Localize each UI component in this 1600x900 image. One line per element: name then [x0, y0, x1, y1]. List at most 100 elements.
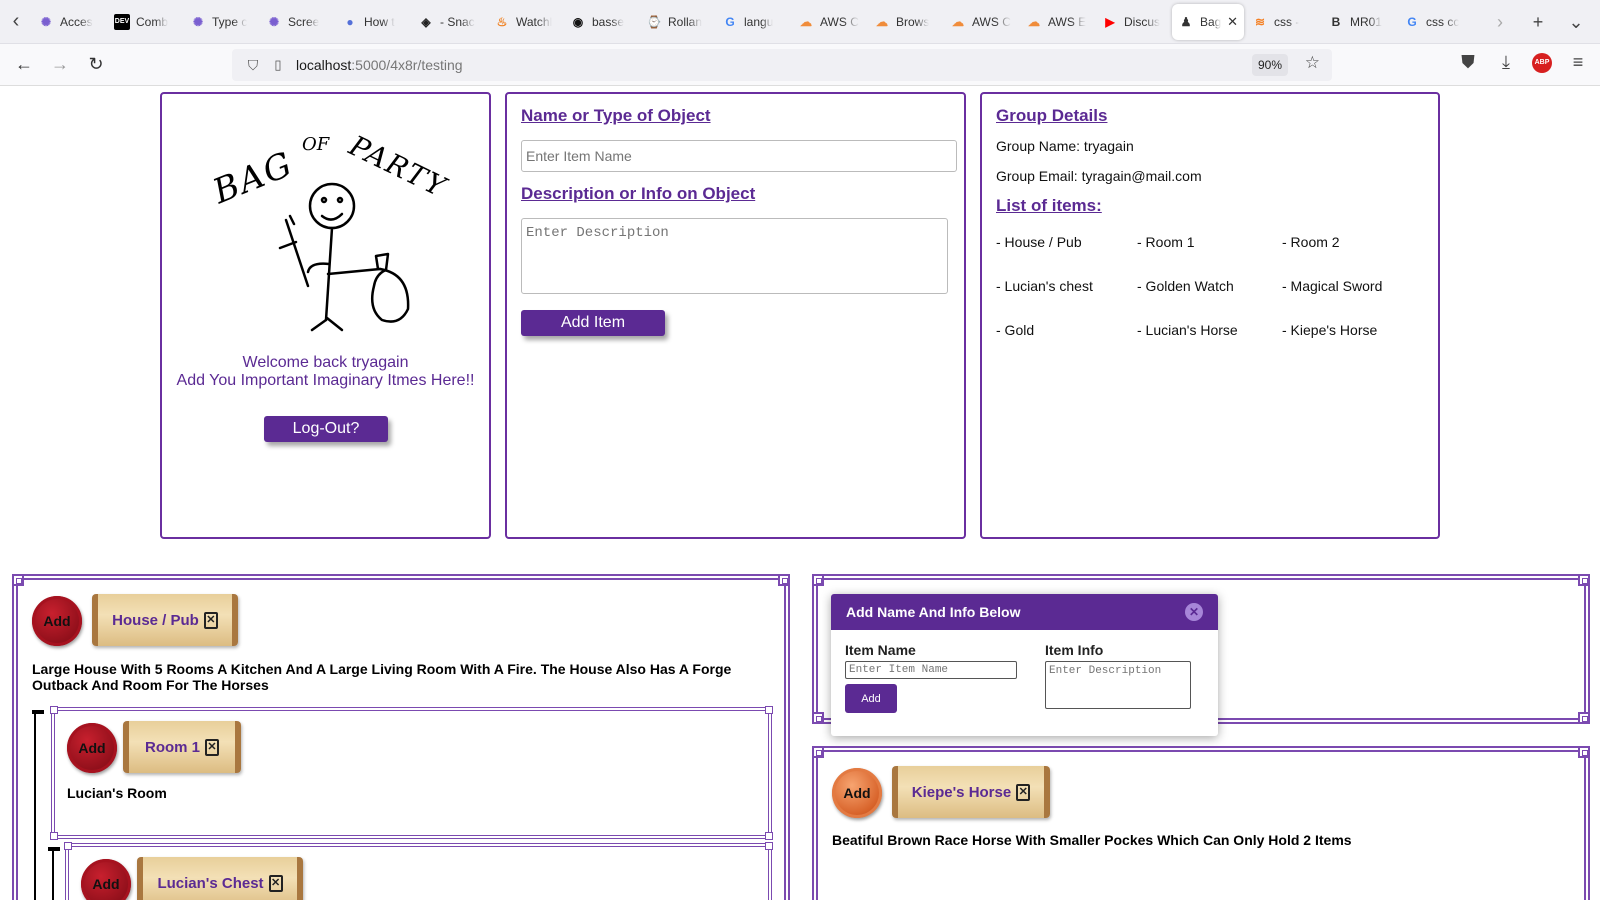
delete-icon[interactable]: ✕ [205, 738, 219, 756]
logo-text-of: OF [302, 134, 330, 155]
tab-0[interactable]: ✺ Acces [32, 4, 106, 40]
url-bar[interactable]: ⛉ ▯ localhost:5000/4x8r/testing 90% ☆ [232, 49, 1332, 81]
tab-strip: ✺ Acces DEV Comb ✺ Type c ✺ Scree ● How t ◈ - Snac ♨… [32, 3, 1472, 40]
watch-icon: ⌚ [646, 14, 662, 29]
item-scroll-tag: Lucian's Chest ✕ [137, 857, 303, 900]
ornament-corner [812, 574, 824, 586]
list-item: - Room 2 [1282, 234, 1340, 250]
tab-title: css cc [1426, 14, 1460, 29]
tab-title: - Snac [440, 14, 475, 29]
item-card-kiepes-horse: Add Kiepe's Horse ✕ Beatiful Brown Race … [812, 746, 1590, 900]
downloads-icon[interactable]: ⤓ [1494, 52, 1518, 73]
group-name: Group Name: tryagain [996, 138, 1134, 154]
page-info-icon[interactable]: ▯ [268, 57, 288, 73]
list-item: - House / Pub [996, 234, 1082, 250]
forward-icon[interactable]: → [42, 47, 78, 83]
modal-item-name-input[interactable] [845, 661, 1017, 679]
ornament-corner [765, 842, 773, 850]
tab-6[interactable]: ♨ Watchl [488, 4, 562, 40]
add-seal-button[interactable]: Add [32, 596, 82, 646]
tab-3[interactable]: ✺ Scree [260, 4, 334, 40]
delete-icon[interactable]: ✕ [203, 611, 218, 629]
cloud-icon: ☁ [876, 14, 888, 29]
bookmark-star-icon[interactable]: ☆ [1305, 53, 1320, 73]
tracking-shield-icon[interactable]: ⛉ [238, 57, 268, 74]
tab-title: How t [364, 14, 395, 29]
tab-18[interactable]: Gcss cc [1398, 4, 1472, 40]
tab-16[interactable]: ≋ css - [1246, 4, 1320, 40]
tab-11[interactable]: ☁ Brows [868, 4, 942, 40]
tab-7[interactable]: ◉ basse [564, 4, 638, 40]
toolbar-right: ⛊ ⤓ ABP ≡ [1456, 52, 1590, 73]
item-list-heading: List of items: [996, 196, 1102, 215]
tab-scroll-left-icon[interactable]: ‹ [0, 0, 32, 44]
dev-icon: DEV [114, 13, 130, 30]
list-item: - Kiepe's Horse [1282, 322, 1378, 338]
tab-10[interactable]: ☁ AWS C [792, 4, 866, 40]
tab-5[interactable]: ◈ - Snac [412, 4, 486, 40]
add-seal-button[interactable]: Add [67, 723, 117, 773]
delete-icon[interactable]: ✕ [268, 874, 283, 892]
ornament-corner [778, 574, 790, 586]
tab-12[interactable]: ☁ AWS C [944, 4, 1018, 40]
cloud-icon: ☁ [952, 14, 964, 29]
tab-list-icon[interactable]: ⌄ [1564, 12, 1588, 33]
zoom-level[interactable]: 90% [1251, 54, 1288, 76]
menu-icon[interactable]: ≡ [1566, 52, 1590, 73]
item-scroll-tag: Room 1 ✕ [123, 721, 241, 773]
item-description: Beatiful Brown Race Horse With Smaller P… [832, 832, 1352, 848]
tab-17[interactable]: B MR01 [1322, 4, 1396, 40]
tree-connector [52, 850, 54, 900]
new-tab-icon[interactable]: + [1526, 12, 1550, 33]
ornament-corner [765, 832, 773, 840]
tab-4[interactable]: ● How t [336, 4, 410, 40]
tab-9[interactable]: Glangu [716, 4, 790, 40]
tree-connector [34, 710, 36, 900]
adblock-icon[interactable]: ABP [1532, 52, 1552, 73]
item-info-label: Item Info [1045, 642, 1104, 658]
tab-title: Discus [1124, 14, 1161, 29]
tabbar-controls: › + ⌄ [1488, 0, 1600, 44]
add-seal-button[interactable]: Add [81, 859, 131, 900]
delete-icon[interactable]: ✕ [1016, 783, 1031, 801]
ornament-corner [812, 712, 824, 724]
group-details-panel: Group Details Group Name: tryagain Group… [980, 92, 1440, 539]
bag-icon: ♟ [1180, 14, 1192, 29]
logout-button[interactable]: Log-Out? [264, 416, 388, 442]
tab-8[interactable]: ⌚ Rollan [640, 4, 714, 40]
tab-15[interactable]: ♟ Bag ✕ [1172, 3, 1244, 40]
tab-13[interactable]: ☁ AWS E [1020, 4, 1094, 40]
modal-header: Add Name And Info Below ✕ [831, 594, 1218, 630]
list-item: - Gold [996, 322, 1035, 338]
tab-scroll-right-icon[interactable]: › [1488, 12, 1512, 33]
description-textarea[interactable] [521, 218, 948, 294]
ornament-corner [50, 706, 58, 714]
list-item: - Lucian's chest [996, 278, 1093, 294]
pocket-icon[interactable]: ⛊ [1456, 52, 1480, 73]
add-item-button[interactable]: Add Item [521, 310, 665, 336]
welcome-panel: BAG OF PARTY Welcome back tryagain Add Y… [160, 92, 491, 539]
tab-title: MR01 [1350, 14, 1383, 29]
name-heading: Name or Type of Object [521, 106, 711, 125]
welcome-line: Welcome back tryagain [242, 354, 409, 371]
modal-add-button[interactable]: Add [845, 684, 897, 713]
tab-1[interactable]: DEV Comb [108, 4, 182, 40]
collapse-toggle[interactable] [48, 847, 60, 851]
github-icon: ◉ [572, 14, 584, 29]
item-name: Kiepe's Horse [911, 783, 1012, 801]
list-item: - Room 1 [1137, 234, 1195, 250]
collapse-toggle[interactable] [32, 710, 44, 714]
add-seal-button[interactable]: Add [832, 768, 882, 818]
modal-item-info-textarea[interactable] [1045, 661, 1191, 709]
back-icon[interactable]: ← [6, 47, 42, 83]
tab-14[interactable]: ▶ Discus [1096, 4, 1170, 40]
tab-close-icon[interactable]: ✕ [1227, 14, 1238, 30]
b-icon: B [1331, 14, 1341, 29]
item-name-input[interactable] [521, 140, 957, 172]
tab-2[interactable]: ✺ Type c [184, 4, 258, 40]
close-icon[interactable]: ✕ [1185, 603, 1203, 621]
tab-title: AWS E [1048, 14, 1087, 29]
browser-nav-bar: ← → ↻ ⛉ ▯ localhost:5000/4x8r/testing 90… [0, 44, 1600, 86]
item-name-label: Item Name [845, 642, 916, 658]
reload-icon[interactable]: ↻ [78, 47, 114, 83]
